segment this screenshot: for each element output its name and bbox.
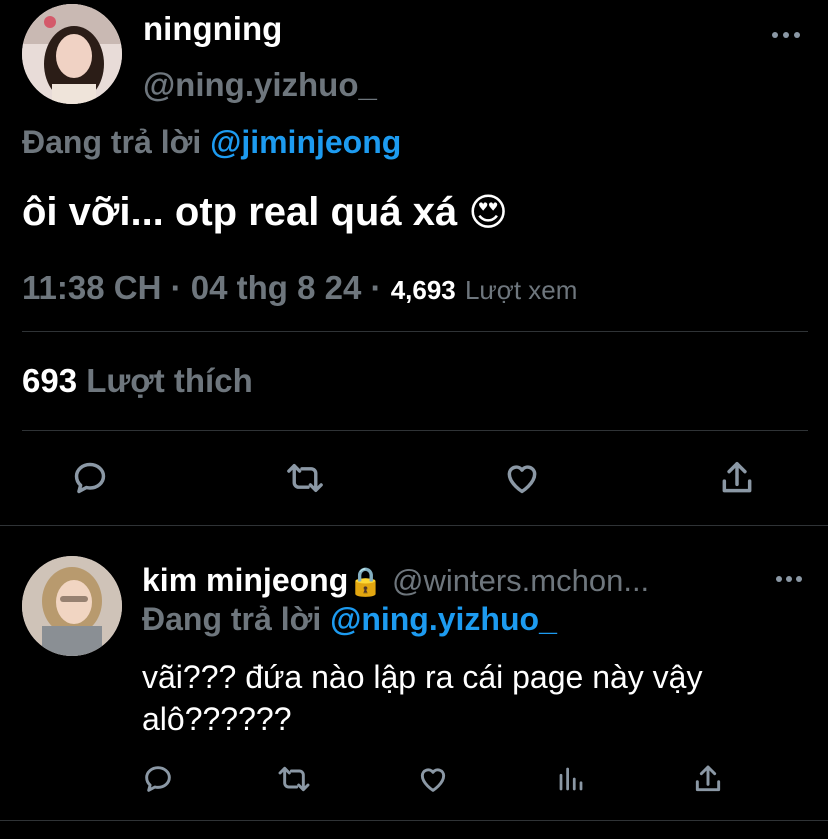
tweet-text: ôi vỡi... otp real quá xá bbox=[22, 190, 458, 234]
more-horizontal-icon bbox=[772, 32, 800, 38]
share-icon bbox=[722, 462, 752, 493]
more-options-button[interactable] bbox=[769, 559, 809, 599]
tweet-time[interactable]: 11:38 CH bbox=[22, 269, 161, 306]
divider bbox=[0, 820, 828, 821]
replying-to: Đang trả lời @ning.yizhuo_ bbox=[142, 600, 557, 638]
avatar-image bbox=[22, 556, 122, 656]
reply-prefix: Đang trả lời bbox=[142, 601, 322, 637]
replying-to: Đang trả lời @jiminjeong bbox=[22, 123, 401, 161]
share-icon bbox=[695, 765, 721, 792]
tweet-meta: 11:38 CH · 04 thg 8 24 · 4,693 Lượt xem bbox=[22, 268, 577, 310]
analytics-icon bbox=[559, 767, 583, 791]
share-button[interactable] bbox=[688, 759, 728, 799]
likes-count: 693 bbox=[22, 362, 78, 399]
emoji-heart-eyes: 😍 bbox=[468, 192, 508, 234]
reply-icon bbox=[74, 462, 106, 494]
reply-display-name[interactable]: kim minjeong bbox=[142, 562, 348, 598]
reply-icon bbox=[145, 766, 171, 792]
like-button[interactable] bbox=[413, 759, 453, 799]
analytics-button[interactable] bbox=[551, 759, 591, 799]
divider bbox=[22, 430, 808, 431]
divider bbox=[0, 525, 828, 526]
reply-text-line: alô?????? bbox=[142, 701, 292, 737]
retweet-button[interactable] bbox=[274, 759, 314, 799]
avatar[interactable] bbox=[22, 556, 122, 656]
reply-prefix: Đang trả lời bbox=[22, 124, 202, 160]
views-label: Lượt xem bbox=[464, 275, 578, 305]
reply-to-link[interactable]: @jiminjeong bbox=[210, 124, 401, 160]
heart-icon bbox=[420, 768, 446, 792]
retweet-icon bbox=[287, 464, 323, 492]
user-handle[interactable]: @ning.yizhuo_ bbox=[143, 66, 377, 104]
reply-button[interactable] bbox=[70, 458, 110, 498]
heart-icon bbox=[507, 465, 537, 494]
likes-row[interactable]: 693 Lượt thích bbox=[22, 361, 253, 401]
views-count: 4,693 bbox=[390, 275, 456, 305]
more-horizontal-icon bbox=[776, 576, 802, 582]
retweet-icon bbox=[278, 766, 310, 792]
reply-header: kim minjeong🔒 @winters.mchon... bbox=[142, 561, 649, 601]
reply-to-link[interactable]: @ning.yizhuo_ bbox=[330, 601, 557, 637]
like-button[interactable] bbox=[502, 458, 542, 498]
meta-separator: · bbox=[170, 269, 182, 306]
more-options-button[interactable] bbox=[766, 15, 806, 55]
avatar[interactable] bbox=[22, 4, 122, 104]
avatar-image bbox=[22, 4, 122, 104]
tweet-text-row: ôi vỡi... otp real quá xá 😍 bbox=[22, 188, 508, 237]
reply-text: vãi??? đứa nào lập ra cái page này vậy a… bbox=[142, 656, 702, 740]
reply-user-handle[interactable]: @winters.mchon... bbox=[392, 563, 649, 598]
tweet-date[interactable]: 04 thg 8 24 bbox=[191, 269, 362, 306]
meta-separator-2: · bbox=[370, 269, 382, 306]
retweet-button[interactable] bbox=[285, 458, 325, 498]
likes-label: Lượt thích bbox=[86, 362, 253, 399]
reply-text-line: vãi??? đứa nào lập ra cái page này vậy bbox=[142, 659, 703, 695]
share-button[interactable] bbox=[717, 458, 757, 498]
display-name[interactable]: ningning bbox=[143, 10, 282, 48]
lock-icon: 🔒 bbox=[348, 566, 384, 597]
divider bbox=[22, 331, 808, 332]
reply-button[interactable] bbox=[138, 759, 178, 799]
